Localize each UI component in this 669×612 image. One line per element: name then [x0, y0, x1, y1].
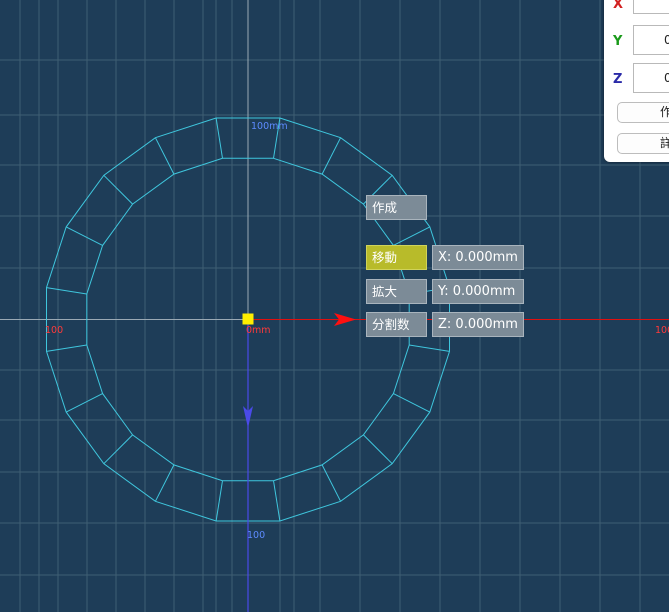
panel-x-input[interactable] [633, 0, 669, 14]
ring-segment-edge [103, 434, 133, 465]
ring-segment-edge [321, 464, 342, 502]
panel-y-label: Y [613, 34, 623, 49]
ring-segment-edge [65, 226, 103, 246]
coord-x-field[interactable]: X: 0.000mm [432, 245, 524, 270]
properties-panel: X Y 0 Z 0 作 詳細 [604, 0, 669, 162]
panel-z-label: Z [613, 72, 623, 87]
ring-segment-edge [215, 480, 223, 522]
divisions-menu-button[interactable]: 分割数 [366, 312, 427, 337]
panel-detail-button[interactable]: 詳細 [617, 133, 669, 154]
ring-segment-edge [409, 344, 450, 352]
ring-segment-edge [65, 393, 103, 413]
label-right-edge-100: 100 [655, 325, 669, 336]
ring-segment-edge [46, 344, 87, 352]
3d-viewport[interactable]: 100mm 100 0mm 100 100 100 [0, 0, 669, 612]
ring-segment-edge [321, 137, 342, 175]
create-menu-button[interactable]: 作成 [366, 195, 427, 220]
ring-segment-edge [215, 117, 223, 159]
ring-segment-edge [103, 174, 133, 205]
move-menu-button[interactable]: 移動 [366, 245, 427, 270]
panel-z-input[interactable]: 0 [633, 63, 669, 93]
ring-segment-edge [393, 226, 431, 246]
ring-segment-edge [154, 464, 175, 502]
scale-menu-button[interactable]: 拡大 [366, 279, 427, 304]
ring-segment-edge [154, 137, 175, 175]
origin-handle[interactable] [242, 313, 254, 325]
coord-z-field[interactable]: Z: 0.000mm [432, 312, 524, 337]
panel-x-label: X [613, 0, 624, 12]
panel-create-button[interactable]: 作 [617, 102, 669, 123]
panel-y-input[interactable]: 0 [633, 25, 669, 55]
coord-y-field[interactable]: Y: 0.000mm [432, 279, 524, 304]
ring-segment-edge [273, 480, 281, 522]
label-left-100: 100 [45, 325, 63, 336]
grid-lines [0, 0, 669, 612]
label-top-100mm: 100mm [251, 121, 288, 132]
label-center-0mm: 0mm [246, 325, 271, 336]
ring-segment-edge [363, 434, 393, 465]
ring-segment-edge [46, 287, 87, 295]
label-bottom-100: 100 [247, 530, 265, 541]
ring-segment-edge [393, 393, 431, 413]
